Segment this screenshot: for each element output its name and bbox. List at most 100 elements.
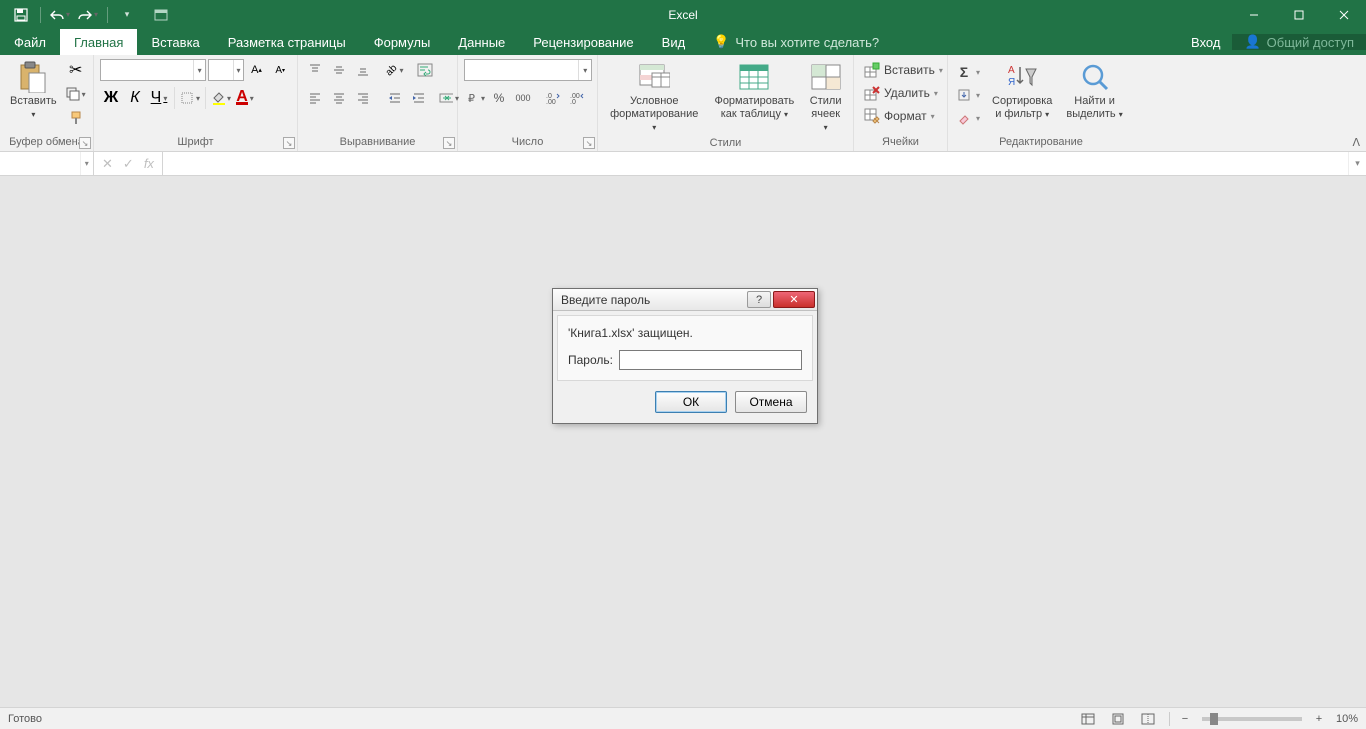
tab-review[interactable]: Рецензирование: [519, 29, 647, 55]
tab-file[interactable]: Файл: [0, 29, 60, 55]
maximize-button[interactable]: [1276, 0, 1321, 29]
zoom-slider[interactable]: [1202, 717, 1302, 721]
share-button[interactable]: 👤 Общий доступ: [1232, 34, 1366, 50]
merge-center-button[interactable]: [438, 87, 460, 109]
password-input[interactable]: [619, 350, 802, 370]
decrease-indent-button[interactable]: [384, 87, 406, 109]
increase-font-button[interactable]: A▴: [246, 59, 268, 81]
comma-style-button[interactable]: 000: [512, 87, 534, 109]
accounting-format-button[interactable]: ₽: [464, 87, 486, 109]
svg-text:₽: ₽: [468, 93, 475, 105]
cancel-button[interactable]: Отмена: [735, 391, 807, 413]
alignment-dialog-launcher[interactable]: ↘: [443, 137, 455, 149]
normal-view-icon: [1081, 713, 1095, 725]
font-name-combo[interactable]: ▾: [100, 59, 206, 81]
brush-icon: [69, 111, 83, 125]
sign-in-link[interactable]: Вход: [1179, 35, 1232, 50]
close-button[interactable]: [1321, 0, 1366, 29]
borders-button[interactable]: [179, 87, 201, 109]
cell-styles-icon: [810, 61, 842, 93]
page-layout-view-button[interactable]: [1105, 710, 1131, 728]
normal-view-button[interactable]: [1075, 710, 1101, 728]
fill-color-button[interactable]: [210, 87, 232, 109]
page-break-view-button[interactable]: [1135, 710, 1161, 728]
align-left-button[interactable]: [304, 87, 326, 109]
customize-qat-button[interactable]: ▾: [116, 4, 138, 26]
find-select-button[interactable]: Найти ивыделить ▾: [1060, 59, 1128, 123]
bold-button[interactable]: Ж: [100, 87, 122, 109]
clear-button[interactable]: ▾: [952, 107, 984, 129]
cell-styles-button[interactable]: Стилиячеек ▾: [802, 59, 849, 136]
wrap-text-button[interactable]: [414, 59, 436, 81]
page-break-icon: [1141, 713, 1155, 725]
name-box[interactable]: ▾: [0, 152, 94, 175]
align-right-button[interactable]: [352, 87, 374, 109]
lightbulb-icon: 💡: [713, 34, 729, 50]
status-ready: Готово: [8, 713, 42, 725]
ok-button[interactable]: ОК: [655, 391, 727, 413]
formula-input[interactable]: [163, 152, 1348, 175]
align-top-button[interactable]: [304, 59, 326, 81]
tab-page-layout[interactable]: Разметка страницы: [214, 29, 360, 55]
delete-cells-button[interactable]: Удалить▾: [860, 82, 942, 104]
status-bar: Готово − + 10%: [0, 707, 1366, 729]
tab-data[interactable]: Данные: [444, 29, 519, 55]
increase-indent-button[interactable]: [408, 87, 430, 109]
increase-decimal-button[interactable]: .0.00: [542, 87, 564, 109]
expand-formula-bar-button[interactable]: ▾: [1348, 152, 1366, 175]
title-bar: ▾ Excel: [0, 0, 1366, 29]
zoom-level[interactable]: 10%: [1336, 713, 1358, 725]
format-cells-button[interactable]: Формат▾: [860, 105, 939, 127]
clipboard-dialog-launcher[interactable]: ↘: [79, 137, 91, 149]
quick-access-toolbar: ▾: [0, 0, 138, 29]
format-painter-button[interactable]: [65, 107, 87, 129]
underline-button[interactable]: Ч: [148, 87, 170, 109]
tell-me-search[interactable]: 💡 Что вы хотите сделать?: [699, 29, 893, 55]
font-size-combo[interactable]: ▾: [208, 59, 243, 81]
font-color-button[interactable]: A: [234, 87, 256, 109]
conditional-formatting-button[interactable]: Условноеформатирование ▾: [602, 59, 706, 136]
zoom-out-button[interactable]: −: [1178, 713, 1192, 725]
group-font: ▾ ▾ A▴ A▾ Ж К Ч A Шрифт ↘: [94, 55, 298, 151]
tab-insert[interactable]: Вставка: [137, 29, 213, 55]
dialog-close-button[interactable]: ✕: [773, 291, 815, 308]
percent-button[interactable]: %: [488, 87, 510, 109]
dialog-help-button[interactable]: ?: [747, 291, 771, 308]
format-as-table-button[interactable]: Форматироватькак таблицу ▾: [708, 59, 800, 123]
decrease-font-button[interactable]: A▾: [269, 59, 291, 81]
ribbon: Вставить▾ ✂ Буфер обмена ↘ ▾ ▾ A▴ A▾ Ж К…: [0, 55, 1366, 152]
number-format-combo[interactable]: ▾: [464, 59, 592, 81]
ribbon-display-options-icon[interactable]: [138, 0, 183, 29]
workspace: [0, 176, 1366, 707]
save-icon[interactable]: [10, 4, 32, 26]
orientation-button[interactable]: ab: [384, 59, 406, 81]
insert-function-icon[interactable]: fx: [144, 156, 154, 171]
undo-button[interactable]: [49, 4, 71, 26]
copy-button[interactable]: [65, 83, 87, 105]
insert-cells-icon: [864, 62, 880, 78]
tab-formulas[interactable]: Формулы: [360, 29, 445, 55]
redo-button[interactable]: [77, 4, 99, 26]
cut-button[interactable]: ✂: [65, 59, 87, 81]
insert-cells-button[interactable]: Вставить▾: [860, 59, 947, 81]
window-controls: [1231, 0, 1366, 29]
minimize-button[interactable]: [1231, 0, 1276, 29]
zoom-in-button[interactable]: +: [1312, 713, 1326, 725]
fill-button[interactable]: ▾: [952, 84, 984, 106]
align-center-button[interactable]: [328, 87, 350, 109]
italic-button[interactable]: К: [124, 87, 146, 109]
borders-icon: [180, 91, 194, 105]
collapse-ribbon-button[interactable]: ᐱ: [1352, 136, 1360, 149]
decrease-decimal-button[interactable]: .00.0: [566, 87, 588, 109]
sort-filter-button[interactable]: АЯ Сортировкаи фильтр ▾: [986, 59, 1058, 123]
number-dialog-launcher[interactable]: ↘: [583, 137, 595, 149]
align-middle-button[interactable]: [328, 59, 350, 81]
svg-text:А: А: [1008, 65, 1015, 76]
align-bottom-button[interactable]: [352, 59, 374, 81]
tab-view[interactable]: Вид: [648, 29, 700, 55]
autosum-button[interactable]: Σ▾: [952, 61, 984, 83]
cancel-formula-icon: ✕: [102, 156, 113, 172]
tab-home[interactable]: Главная: [60, 29, 137, 55]
paste-button[interactable]: Вставить▾: [4, 59, 63, 123]
font-dialog-launcher[interactable]: ↘: [283, 137, 295, 149]
